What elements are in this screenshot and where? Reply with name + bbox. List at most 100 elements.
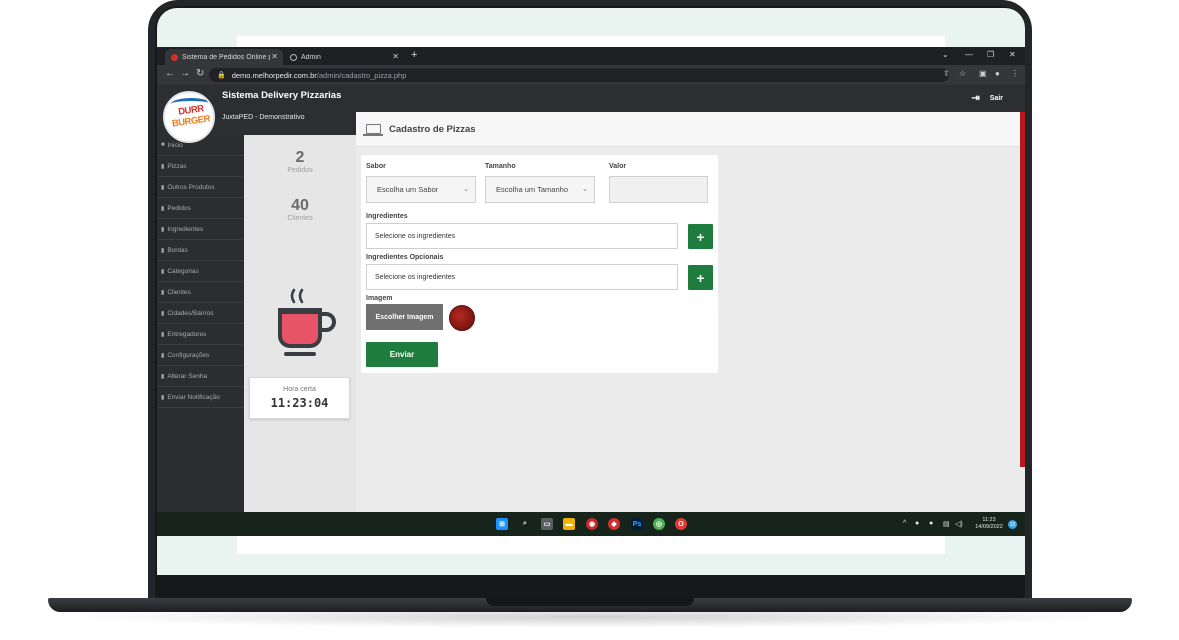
logout-button[interactable]: ⇥ Sair: [971, 93, 1003, 104]
coffee-cup-icon: [278, 288, 336, 356]
image-label: Imagem: [366, 295, 393, 302]
file-explorer-icon[interactable]: ▬: [563, 518, 575, 530]
chevron-down-icon: ⌄: [463, 186, 469, 193]
sidebar-item-label: Inicio: [167, 141, 183, 149]
sidebar-item-label: Pedidos: [167, 204, 191, 212]
side-panel-icon[interactable]: ▣: [979, 69, 987, 78]
ingredients-label: Ingredientes: [366, 213, 408, 220]
sidebar-item-label: Categorias: [167, 267, 199, 275]
chevron-up-icon[interactable]: ^: [903, 520, 906, 527]
minimize-icon[interactable]: —: [965, 50, 973, 59]
search-icon[interactable]: ⌕: [519, 518, 531, 530]
sidebar-item-alterar-senha[interactable]: ▮ Alterar Senha: [157, 366, 244, 387]
sidebar-item-pedidos[interactable]: ▮ Pedidos: [157, 198, 244, 219]
flavor-select-value: Escolha um Sabor: [377, 185, 439, 194]
reload-icon[interactable]: ↻: [196, 68, 204, 79]
browser-toolbar: ← → ↻ 🔒 demo.melhorpedir.com.br/admin/ca…: [157, 65, 1025, 85]
bar-chart-icon: ▮: [161, 247, 165, 254]
clock-time: 11:23:04: [270, 396, 329, 410]
sidebar-item-outros-produtos[interactable]: ▮ Outros Produtos: [157, 177, 244, 198]
sidebar-item-cidades-bairros[interactable]: ▮ Cidades/Bairros: [157, 303, 244, 324]
clock-label: Hora certa: [283, 386, 316, 393]
close-tab-icon[interactable]: ✕: [392, 52, 399, 61]
size-select[interactable]: Escolha um Tamanho ⌄: [485, 176, 595, 203]
choose-image-button[interactable]: Escolher Imagem: [366, 304, 443, 330]
page-header: Cadastro de Pizzas: [356, 112, 1020, 147]
orders-stat: 2 Pedidos: [244, 149, 356, 174]
more-menu-icon[interactable]: ⋮: [1011, 69, 1019, 78]
top-bar: ⇥ Sair: [356, 85, 1025, 112]
share-icon[interactable]: ⇪: [943, 69, 950, 78]
sidebar-item-bordas[interactable]: ▮ Bordas: [157, 240, 244, 261]
add-optional-ingredient-button[interactable]: +: [688, 265, 713, 290]
bar-chart-icon: ▮: [161, 226, 165, 233]
new-tab-button[interactable]: +: [411, 49, 417, 61]
taskbar-date: 14/09/2022: [975, 524, 1003, 530]
app-red-circle-icon[interactable]: ◉: [586, 518, 598, 530]
tab-pedidos-online[interactable]: Sistema de Pedidos Online para Delivery …: [165, 49, 283, 65]
chevron-down-icon: ⌄: [582, 186, 588, 193]
price-input[interactable]: [609, 176, 708, 203]
taskbar-clock[interactable]: 11:23 14/09/2022: [970, 517, 1008, 531]
tab-title: Admin: [301, 53, 321, 61]
bar-chart-icon: ▮: [161, 310, 165, 317]
tray-app-icon[interactable]: ●: [915, 520, 919, 527]
sidebar-item-ingredientes[interactable]: ▮ Ingredientes: [157, 219, 244, 240]
pizza-image-thumbnail: [449, 305, 475, 331]
sidebar-item-entregadores[interactable]: ▮ Entregadores: [157, 324, 244, 345]
windows-taskbar: ⊞ ⌕ ▭ ▬ ◉ ◆ Ps ◎ O ^ ● ● ▤ ◁) 11:23 14/0…: [157, 512, 1025, 536]
scrollbar[interactable]: [1020, 112, 1025, 467]
optional-ingredients-select[interactable]: Selecione os ingredientes: [366, 264, 678, 290]
bar-chart-icon: ▮: [161, 289, 165, 296]
bookmark-star-icon[interactable]: ☆: [959, 69, 966, 78]
tab-search-icon[interactable]: ⌄: [942, 50, 949, 59]
page-viewport: DURR BURGER Sistema Delivery Pizzarias J…: [157, 85, 1025, 512]
bar-chart-icon: ▮: [161, 331, 165, 338]
bar-chart-icon: ▮: [161, 394, 165, 401]
close-window-icon[interactable]: ✕: [1009, 50, 1016, 59]
brand-title: Sistema Delivery Pizzarias: [222, 90, 342, 101]
bar-chart-icon: ▮: [161, 163, 165, 170]
close-tab-icon[interactable]: ✕: [271, 52, 278, 61]
laptop-mockup: Sistema de Pedidos Online para Delivery …: [0, 0, 1179, 640]
address-bar[interactable]: 🔒 demo.melhorpedir.com.br/admin/cadastro…: [209, 68, 949, 82]
url-host: demo.melhorpedir.com.br: [231, 70, 317, 80]
flavor-label: Sabor: [366, 163, 386, 170]
maximize-icon[interactable]: ❐: [987, 50, 994, 59]
photoshop-icon[interactable]: Ps: [631, 518, 643, 530]
globe-icon: [290, 53, 297, 61]
sidebar-item-pizzas[interactable]: ▮ Pizzas: [157, 156, 244, 177]
forward-arrow-icon[interactable]: →: [180, 68, 190, 79]
sidebar-item-enviar-notificacao[interactable]: ▮ Enviar Notificação: [157, 387, 244, 408]
windows-start-icon[interactable]: ⊞: [496, 518, 508, 530]
task-view-icon[interactable]: ▭: [541, 518, 553, 530]
clients-stat: 40 Clientes: [244, 197, 356, 222]
submit-button[interactable]: Enviar: [366, 342, 438, 367]
sidebar-item-clientes[interactable]: ▮ Clientes: [157, 282, 244, 303]
network-icon[interactable]: ▤: [943, 520, 950, 528]
tab-title: Sistema de Pedidos Online para Delivery: [182, 53, 270, 61]
flavor-select[interactable]: Escolha um Sabor ⌄: [366, 176, 476, 203]
add-ingredient-button[interactable]: +: [688, 224, 713, 249]
page-title: Cadastro de Pizzas: [389, 124, 476, 135]
app-red-logo-icon[interactable]: ◆: [608, 518, 620, 530]
tab-admin[interactable]: Admin ✕: [284, 49, 404, 65]
logout-icon: ⇥: [971, 93, 980, 104]
opera-icon[interactable]: O: [675, 518, 687, 530]
sidebar-item-label: Pizzas: [167, 162, 187, 170]
optional-ingredients-label: Ingredientes Opcionais: [366, 254, 444, 261]
notification-badge[interactable]: 15: [1008, 520, 1017, 529]
sidebar-item-configuracoes[interactable]: ▮ Configurações: [157, 345, 244, 366]
profile-icon[interactable]: ●: [995, 69, 1000, 78]
tray-app-icon[interactable]: ●: [929, 520, 933, 527]
clock-widget: Hora certa 11:23:04: [249, 377, 350, 419]
back-arrow-icon[interactable]: ←: [165, 68, 175, 79]
sidebar-item-label: Alterar Senha: [167, 372, 208, 380]
chrome-icon[interactable]: ◎: [653, 518, 665, 530]
sidebar-item-categorias[interactable]: ▮ Categorias: [157, 261, 244, 282]
ingredients-select[interactable]: Selecione os ingredientes: [366, 223, 678, 249]
sidebar-item-label: Ingredientes: [167, 225, 204, 233]
volume-icon[interactable]: ◁): [955, 520, 963, 528]
lock-icon: 🔒: [217, 72, 226, 79]
size-label: Tamanho: [485, 163, 516, 170]
